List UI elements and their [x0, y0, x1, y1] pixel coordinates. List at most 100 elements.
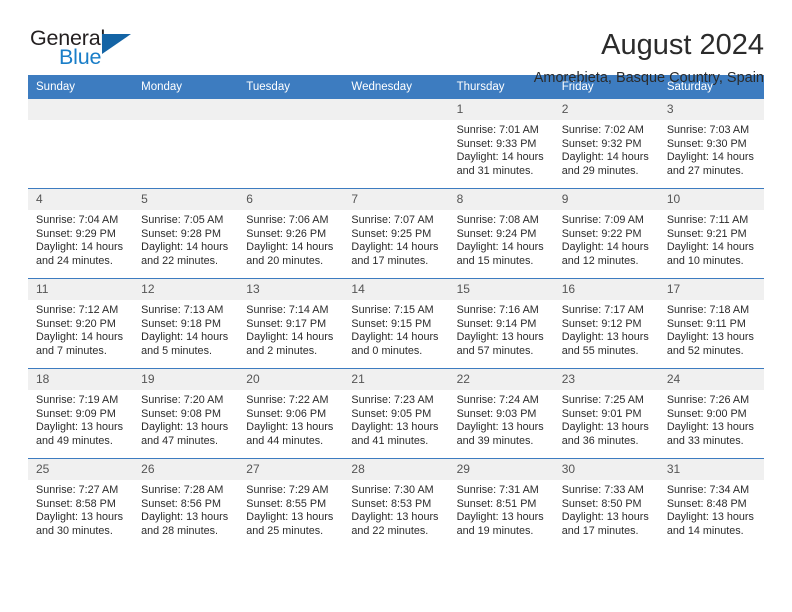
brand-logo[interactable]: General Blue [28, 26, 203, 78]
weekday-header-sunday: Sunday [28, 75, 134, 99]
sunrise-text: Sunrise: 7:23 AM [351, 394, 434, 406]
sunset-text: Sunset: 9:22 PM [561, 227, 642, 240]
weekday-header-monday: Monday [133, 75, 239, 99]
day-details: Sunrise: 7:27 AM Sunset: 8:58 PM Daylight:… [28, 480, 133, 538]
sunset-text: Sunset: 9:06 PM [246, 407, 327, 420]
calendar-day-cell[interactable]: 31 Sunrise: 7:34 AM Sunset: 8:48 PM Dayligh… [658, 458, 764, 548]
sunset-text: Sunset: 9:28 PM [141, 227, 221, 240]
day-details: Sunrise: 7:11 AM Sunset: 9:21 PM Daylight:… [659, 210, 764, 268]
calendar-day-cell[interactable]: 9 Sunrise: 7:09 AM Sunset: 9:22 PM Daylight… [553, 188, 659, 279]
day-details: Sunrise: 7:04 AM Sunset: 9:29 PM Daylight:… [28, 210, 133, 268]
calendar-grid: Sunday Monday Tuesday Wednesday Thursday Frid… [28, 75, 764, 548]
calendar-day-cell[interactable]: 17 Sunrise: 7:18 AM Sunset: 9:11 PM Dayligh… [658, 278, 764, 369]
calendar-day-cell[interactable]: 28 Sunrise: 7:30 AM Sunset: 8:53 PM Dayligh… [343, 458, 449, 548]
calendar-day-cell[interactable]: 26 Sunrise: 7:28 AM Sunset: 8:56 PM Dayligh… [133, 458, 239, 548]
day-details: Sunrise: 7:31 AM Sunset: 8:51 PM Daylight:… [449, 480, 554, 538]
daylight-text-cont: and 17 minutes. [561, 524, 639, 537]
daylight-text: Daylight: 14 hours [666, 241, 754, 254]
sunset-text: Sunset: 9:25 PM [351, 227, 432, 240]
calendar-day-cell[interactable]: 1 Sunrise: 7:01 AM Sunset: 9:33 PM Daylight… [448, 99, 554, 189]
sunset-text: Sunset: 9:03 PM [456, 407, 537, 420]
daylight-text-cont: and 47 minutes. [141, 434, 218, 447]
calendar-day-cell[interactable]: 23 Sunrise: 7:25 AM Sunset: 9:01 PM Dayligh… [553, 368, 659, 459]
daylight-text-cont: and 20 minutes. [246, 254, 324, 267]
day-number: 24 [658, 369, 764, 390]
sunset-text: Sunset: 9:18 PM [141, 317, 221, 330]
calendar-day-cell[interactable]: 19 Sunrise: 7:20 AM Sunset: 9:08 PM Dayligh… [133, 368, 239, 459]
daylight-text: Daylight: 14 hours [561, 241, 649, 254]
daylight-text: Daylight: 13 hours [246, 421, 334, 434]
calendar-day-cell[interactable]: 2 Sunrise: 7:02 AM Sunset: 9:32 PM Daylight… [553, 99, 659, 189]
sunrise-text: Sunrise: 7:15 AM [351, 304, 434, 316]
daylight-text-cont: and 0 minutes. [351, 344, 423, 357]
day-number: 7 [343, 189, 449, 210]
sunset-text: Sunset: 9:30 PM [666, 137, 747, 150]
sunrise-text: Sunrise: 7:22 AM [246, 394, 329, 406]
calendar-day-cell[interactable]: 20 Sunrise: 7:22 AM Sunset: 9:06 PM Dayligh… [238, 368, 344, 459]
calendar-day-cell[interactable]: 22 Sunrise: 7:24 AM Sunset: 9:03 PM Dayligh… [448, 368, 554, 459]
calendar-day-cell[interactable]: 27 Sunrise: 7:29 AM Sunset: 8:55 PM Dayligh… [238, 458, 344, 548]
day-number: 14 [343, 279, 449, 300]
calendar-day-cell[interactable]: 11 Sunrise: 7:12 AM Sunset: 9:20 PM Dayligh… [28, 278, 134, 369]
sunset-text: Sunset: 9:00 PM [666, 407, 747, 420]
calendar-body: 1 Sunrise: 7:01 AM Sunset: 9:33 PM Daylight… [28, 99, 764, 548]
calendar-day-cell[interactable]: 5 Sunrise: 7:05 AM Sunset: 9:28 PM Daylight… [133, 188, 239, 279]
calendar-day-cell[interactable]: 12 Sunrise: 7:13 AM Sunset: 9:18 PM Dayligh… [133, 278, 239, 369]
calendar-day-cell[interactable]: 14 Sunrise: 7:15 AM Sunset: 9:15 PM Dayligh… [343, 278, 449, 369]
day-details: Sunrise: 7:22 AM Sunset: 9:06 PM Daylight:… [238, 390, 343, 448]
day-number: 5 [133, 189, 239, 210]
calendar-day-cell[interactable]: 7 Sunrise: 7:07 AM Sunset: 9:25 PM Daylight… [343, 188, 449, 279]
weekday-header-tuesday: Tuesday [238, 75, 344, 99]
day-details [238, 120, 343, 124]
calendar-day-cell[interactable]: 8 Sunrise: 7:08 AM Sunset: 9:24 PM Daylight… [448, 188, 554, 279]
sunrise-text: Sunrise: 7:14 AM [246, 304, 329, 316]
sunset-text: Sunset: 9:32 PM [561, 137, 642, 150]
daylight-text-cont: and 17 minutes. [351, 254, 429, 267]
daylight-text-cont: and 12 minutes. [561, 254, 639, 267]
sunrise-text: Sunrise: 7:27 AM [36, 484, 119, 496]
sunrise-text: Sunrise: 7:28 AM [141, 484, 224, 496]
sunrise-text: Sunrise: 7:19 AM [36, 394, 119, 406]
daylight-text-cont: and 14 minutes. [666, 524, 744, 537]
day-details: Sunrise: 7:26 AM Sunset: 9:00 PM Daylight:… [659, 390, 764, 448]
daylight-text: Daylight: 14 hours [141, 241, 229, 254]
daylight-text: Daylight: 14 hours [456, 241, 544, 254]
day-number [28, 99, 134, 120]
day-details [133, 120, 238, 124]
calendar-day-cell[interactable]: 6 Sunrise: 7:06 AM Sunset: 9:26 PM Daylight… [238, 188, 344, 279]
calendar-day-cell[interactable]: 13 Sunrise: 7:14 AM Sunset: 9:17 PM Dayligh… [238, 278, 344, 369]
day-details: Sunrise: 7:07 AM Sunset: 9:25 PM Daylight:… [343, 210, 448, 268]
day-number: 9 [553, 189, 659, 210]
calendar-day-cell[interactable]: 18 Sunrise: 7:19 AM Sunset: 9:09 PM Dayligh… [28, 368, 134, 459]
sunset-text: Sunset: 8:51 PM [456, 497, 537, 510]
day-details: Sunrise: 7:02 AM Sunset: 9:32 PM Daylight:… [554, 120, 659, 178]
calendar-page: General Blue August 2024 Amorebieta, Bas… [0, 0, 792, 612]
calendar-day-cell[interactable]: 21 Sunrise: 7:23 AM Sunset: 9:05 PM Dayligh… [343, 368, 449, 459]
calendar-day-cell[interactable]: 24 Sunrise: 7:26 AM Sunset: 9:00 PM Dayligh… [658, 368, 764, 459]
calendar-day-cell[interactable]: 3 Sunrise: 7:03 AM Sunset: 9:30 PM Daylight… [658, 99, 764, 189]
sunrise-text: Sunrise: 7:29 AM [246, 484, 329, 496]
sunrise-text: Sunrise: 7:11 AM [666, 214, 749, 226]
calendar-cell-empty [133, 99, 239, 189]
day-number: 20 [238, 369, 344, 390]
sunset-text: Sunset: 8:50 PM [561, 497, 642, 510]
sunrise-text: Sunrise: 7:07 AM [351, 214, 434, 226]
day-number [343, 99, 449, 120]
daylight-text: Daylight: 13 hours [561, 421, 649, 434]
day-number: 4 [28, 189, 134, 210]
day-number [238, 99, 344, 120]
calendar-day-cell[interactable]: 30 Sunrise: 7:33 AM Sunset: 8:50 PM Dayligh… [553, 458, 659, 548]
sunrise-text: Sunrise: 7:20 AM [141, 394, 224, 406]
calendar-day-cell[interactable]: 4 Sunrise: 7:04 AM Sunset: 9:29 PM Daylight… [28, 188, 134, 279]
calendar-day-cell[interactable]: 15 Sunrise: 7:16 AM Sunset: 9:14 PM Dayligh… [448, 278, 554, 369]
calendar-day-cell[interactable]: 25 Sunrise: 7:27 AM Sunset: 8:58 PM Dayligh… [28, 458, 134, 548]
day-details: Sunrise: 7:33 AM Sunset: 8:50 PM Daylight:… [554, 480, 659, 538]
daylight-text-cont: and 25 minutes. [246, 524, 324, 537]
calendar-day-cell[interactable]: 16 Sunrise: 7:17 AM Sunset: 9:12 PM Dayligh… [553, 278, 659, 369]
calendar-day-cell[interactable]: 29 Sunrise: 7:31 AM Sunset: 8:51 PM Dayligh… [448, 458, 554, 548]
calendar-day-cell[interactable]: 10 Sunrise: 7:11 AM Sunset: 9:21 PM Dayligh… [658, 188, 764, 279]
sunset-text: Sunset: 9:08 PM [141, 407, 221, 420]
day-details: Sunrise: 7:09 AM Sunset: 9:22 PM Daylight:… [554, 210, 659, 268]
daylight-text-cont: and 5 minutes. [141, 344, 212, 357]
day-number: 21 [343, 369, 449, 390]
